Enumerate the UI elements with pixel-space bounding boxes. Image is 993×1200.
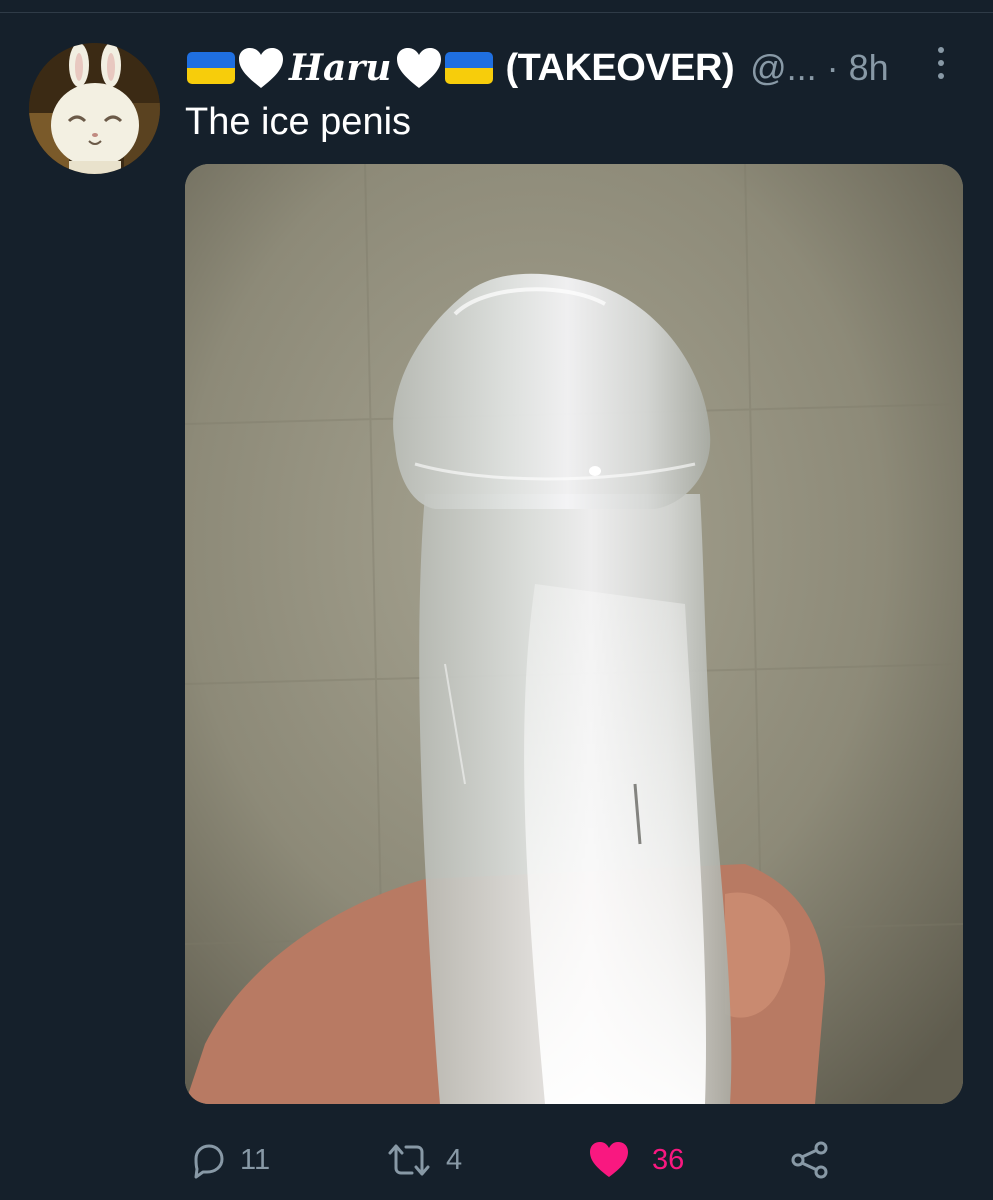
heart-filled-icon bbox=[590, 1142, 628, 1177]
retweet-icon bbox=[388, 1144, 430, 1176]
tweet-timestamp[interactable]: · 8h bbox=[827, 47, 889, 89]
tweet-text: The ice penis bbox=[185, 101, 412, 143]
display-name-script: Haru bbox=[289, 47, 392, 89]
like-button[interactable]: 36 bbox=[588, 1132, 684, 1188]
display-name-suffix: (TAKEOVER) bbox=[505, 46, 735, 89]
white-heart-icon bbox=[239, 48, 283, 88]
user-handle[interactable]: @... bbox=[750, 47, 817, 89]
share-icon bbox=[791, 1141, 828, 1179]
tweet-header[interactable]: Haru (TAKEOVER) @... · 8h bbox=[187, 44, 889, 92]
top-divider bbox=[0, 12, 993, 13]
tweet-media-image[interactable] bbox=[185, 164, 963, 1104]
ice-sculpture-photo bbox=[185, 164, 963, 1104]
reply-button[interactable]: 11 bbox=[188, 1132, 270, 1188]
rabbit-avatar-image bbox=[29, 43, 160, 174]
ukraine-flag-icon bbox=[187, 52, 235, 84]
like-count: 36 bbox=[652, 1143, 685, 1176]
share-button[interactable] bbox=[789, 1132, 829, 1188]
reply-icon bbox=[194, 1144, 224, 1179]
avatar[interactable] bbox=[29, 43, 160, 174]
ukraine-flag-icon bbox=[445, 52, 494, 84]
retweet-button[interactable]: 4 bbox=[386, 1132, 462, 1188]
tweet-action-bar: 11 4 36 bbox=[0, 1132, 993, 1188]
retweet-count: 4 bbox=[446, 1143, 463, 1176]
reply-count: 11 bbox=[240, 1143, 271, 1176]
white-heart-icon bbox=[397, 48, 442, 88]
more-options-icon[interactable] bbox=[933, 47, 949, 87]
